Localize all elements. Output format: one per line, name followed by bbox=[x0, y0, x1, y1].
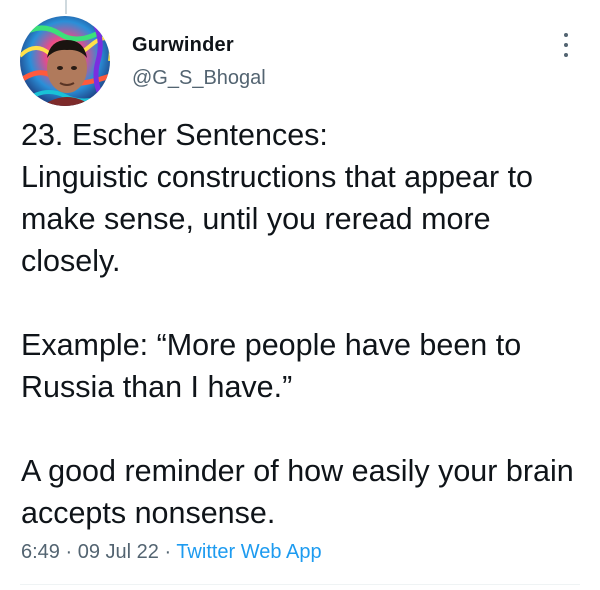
tweet-paragraph: A good reminder of how easily your brain… bbox=[21, 454, 574, 530]
tweet-source-link[interactable]: Twitter Web App bbox=[176, 541, 321, 563]
author-name[interactable]: Gurwinder bbox=[132, 34, 234, 57]
more-vertical-icon[interactable] bbox=[558, 33, 574, 57]
tweet-meta: 6:49 · 09 Jul 22 · Twitter Web App bbox=[21, 541, 322, 564]
tweet-card: Gurwinder @G_S_Bhogal 23. Escher Sentenc… bbox=[0, 0, 600, 590]
tweet-paragraph: Example: “More people have been to Russi… bbox=[21, 328, 522, 404]
tweet-time[interactable]: 6:49 bbox=[21, 541, 60, 563]
dot bbox=[564, 33, 568, 37]
divider bbox=[20, 584, 580, 585]
meta-separator: · bbox=[158, 541, 177, 563]
dot bbox=[564, 43, 568, 47]
tweet-date[interactable]: 09 Jul 22 bbox=[78, 541, 159, 563]
thread-connector-line bbox=[65, 0, 67, 14]
author-handle[interactable]: @G_S_Bhogal bbox=[132, 67, 266, 90]
tweet-text: 23. Escher Sentences: Linguistic constru… bbox=[21, 114, 586, 534]
meta-separator: · bbox=[59, 541, 78, 563]
avatar[interactable] bbox=[20, 16, 110, 106]
tweet-paragraph: 23. Escher Sentences: Linguistic constru… bbox=[21, 118, 534, 278]
avatar-image bbox=[20, 16, 110, 106]
dot bbox=[564, 53, 568, 57]
